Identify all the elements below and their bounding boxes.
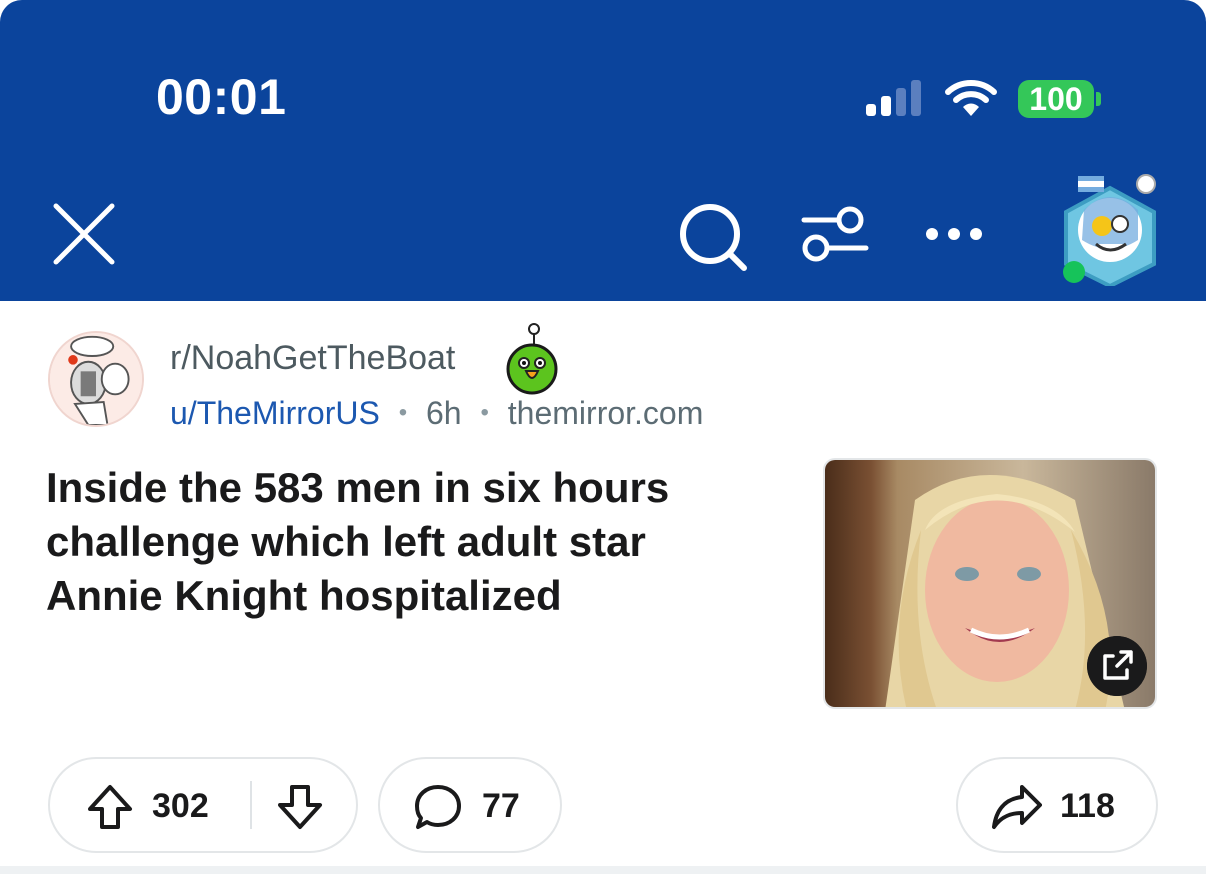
vote-separator: [250, 781, 252, 829]
comments-button[interactable]: 77: [378, 757, 562, 853]
battery-tip: [1096, 92, 1101, 106]
online-dot: [1063, 261, 1085, 283]
battery-indicator: 100: [1018, 80, 1102, 118]
app-header: 00:01 100: [0, 0, 1206, 301]
meta-separator: •: [480, 399, 489, 426]
subreddit-name[interactable]: r/NoahGetTheBoat: [170, 339, 455, 378]
post-thumbnail[interactable]: [823, 458, 1157, 709]
post-age: 6h: [426, 395, 462, 431]
search-icon[interactable]: [678, 202, 750, 274]
post-card[interactable]: r/NoahGetTheBoat u/TheMirrorUS • 6h • th…: [0, 301, 1206, 874]
wifi-icon: [945, 80, 997, 116]
cellular-signal-icon: [866, 80, 921, 116]
status-time: 00:01: [156, 69, 287, 125]
share-icon: [992, 785, 1042, 829]
comment-icon: [415, 785, 461, 829]
meta-separator: •: [398, 399, 408, 426]
subreddit-avatar[interactable]: [48, 331, 144, 427]
bottom-divider: [0, 866, 1206, 874]
battery-level: 100: [1029, 81, 1083, 117]
vote-bar: 302: [48, 757, 358, 853]
post-meta: u/TheMirrorUS • 6h • themirror.com: [170, 395, 703, 432]
upvote-count: 302: [152, 787, 209, 825]
post-domain[interactable]: themirror.com: [508, 395, 704, 431]
downvote-icon[interactable]: [276, 783, 324, 831]
upvote-icon[interactable]: [86, 783, 134, 831]
comment-count: 77: [482, 787, 520, 825]
external-link-icon[interactable]: [1087, 636, 1147, 696]
parrot-flair-icon: [506, 323, 558, 395]
share-count: 118: [1060, 787, 1115, 825]
filter-icon[interactable]: [800, 204, 870, 268]
share-button[interactable]: 118: [956, 757, 1158, 853]
author-link[interactable]: u/TheMirrorUS: [170, 395, 380, 431]
user-avatar[interactable]: [1058, 170, 1162, 286]
more-horizontal-icon[interactable]: [922, 214, 986, 254]
post-title[interactable]: Inside the 583 men in six hours challeng…: [46, 461, 766, 623]
close-icon[interactable]: [50, 200, 120, 270]
